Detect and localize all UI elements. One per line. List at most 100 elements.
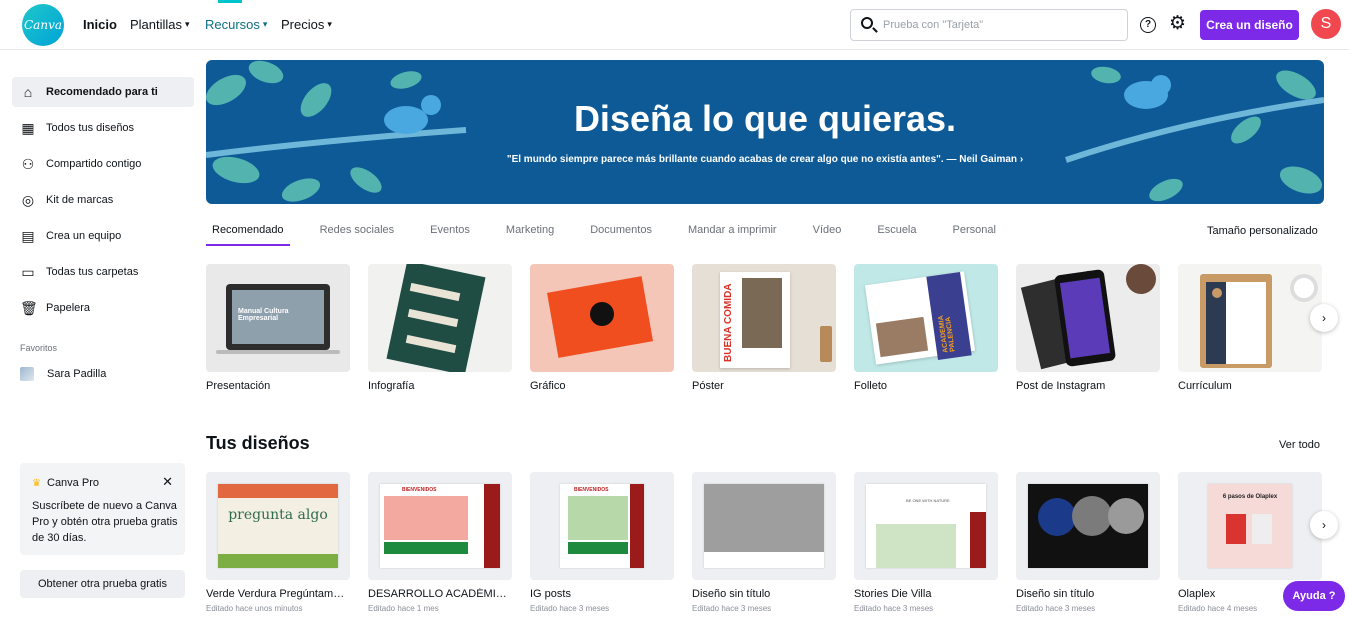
design-thumbnail: pregunta algo: [206, 472, 350, 580]
favorite-item[interactable]: Sara Padilla: [20, 367, 106, 381]
thumb-text: pregunta algo: [228, 507, 328, 523]
thumb-text: Manual Cultura Empresarial: [238, 308, 289, 322]
close-icon[interactable]: ✕: [162, 474, 173, 490]
design-type-card[interactable]: Manual Cultura Empresarial Presentación: [206, 264, 350, 392]
folder-icon: ▭: [21, 264, 35, 280]
nav-label: Inicio: [83, 17, 117, 32]
tab-escuela[interactable]: Escuela: [871, 222, 922, 246]
nav-precios[interactable]: Precios ▾: [281, 17, 332, 32]
create-design-button[interactable]: Crea un diseño: [1200, 10, 1299, 40]
design-name: Stories Die Villa: [854, 588, 932, 600]
nav-label: Plantillas: [130, 17, 183, 32]
search-input[interactable]: [883, 16, 1113, 34]
design-type-label: Currículum: [1178, 380, 1232, 392]
sidebar-item-todos-disenos[interactable]: ▦ Todos tus diseños: [12, 113, 194, 143]
home-icon: ⌂: [23, 84, 33, 100]
design-edited-time: Editado hace 1 mes: [368, 604, 439, 613]
help-icon[interactable]: ?: [1140, 17, 1156, 33]
sidebar-item-compartido[interactable]: ⚇ Compartido contigo: [12, 149, 194, 179]
design-type-card[interactable]: ACADEMIA PALENCIA Folleto: [854, 264, 998, 392]
nav-active-indicator: [218, 0, 242, 3]
sidebar-item-kit-marcas[interactable]: ◎ Kit de marcas: [12, 185, 194, 215]
design-type-card[interactable]: BUENA COMIDA Póster: [692, 264, 836, 392]
brand-kit-icon: ◎: [21, 192, 35, 208]
thumb-text: 6 pasos de Olaplex: [1222, 494, 1278, 500]
gear-icon[interactable]: ⚙: [1169, 13, 1186, 35]
tab-video[interactable]: Vídeo: [807, 222, 848, 246]
design-card[interactable]: pregunta algo Verde Verdura Pregúntame a…: [206, 472, 350, 613]
tab-eventos[interactable]: Eventos: [424, 222, 476, 246]
design-edited-time: Editado hace 3 meses: [530, 604, 610, 613]
design-type-thumbnail: [1178, 264, 1322, 372]
design-thumbnail: 6 pasos de Olaplex: [1178, 472, 1322, 580]
tab-redes-sociales[interactable]: Redes sociales: [314, 222, 401, 246]
design-type-label: Post de Instagram: [1016, 380, 1106, 392]
banner-title: Diseña lo que quieras.: [573, 98, 957, 139]
tab-personal[interactable]: Personal: [947, 222, 1002, 246]
people-icon: ⚇: [21, 156, 35, 172]
sidebar-item-recomendado[interactable]: ⌂ Recomendado para ti: [12, 77, 194, 107]
design-thumbnail: [692, 472, 836, 580]
see-all-link[interactable]: Ver todo: [1279, 439, 1320, 451]
free-trial-button[interactable]: Obtener otra prueba gratis: [20, 570, 185, 598]
design-edited-time: Editado hace unos minutos: [206, 604, 303, 613]
tab-documentos[interactable]: Documentos: [584, 222, 658, 246]
thumb-text: BIENVENIDOS: [574, 487, 609, 493]
design-card[interactable]: BIENVENIDOS IG posts Editado hace 3 mese…: [530, 472, 674, 613]
design-type-thumbnail: [530, 264, 674, 372]
favorite-label: Sara Padilla: [47, 368, 107, 380]
design-name: IG posts: [530, 588, 571, 600]
next-arrow-button[interactable]: ›: [1310, 511, 1338, 539]
design-type-card[interactable]: Post de Instagram: [1016, 264, 1160, 392]
design-thumbnail: BE ONE WITH NATURE: [854, 472, 998, 580]
banner-quote-link[interactable]: "El mundo siempre parece más brillante c…: [206, 154, 1324, 165]
nav-recursos[interactable]: Recursos ▾: [205, 17, 267, 32]
design-type-label: Gráfico: [530, 380, 566, 392]
sidebar-item-label: Papelera: [46, 302, 91, 314]
design-type-card[interactable]: Infografía: [368, 264, 512, 392]
trash-icon: 🗑: [20, 300, 38, 316]
promo-title: Canva Pro: [47, 477, 99, 489]
crown-icon: ♛: [32, 478, 41, 489]
design-edited-time: Editado hace 3 meses: [692, 604, 772, 613]
canva-logo[interactable]: Canva: [22, 4, 64, 46]
sidebar-item-carpetas[interactable]: ▭ Todas tus carpetas: [12, 257, 194, 287]
design-thumbnail: BIENVENIDOS: [368, 472, 512, 580]
pro-promo-card: ♛ Canva Pro ✕ Suscríbete de nuevo a Canv…: [20, 463, 185, 555]
thumb-text: BUENA COMIDA: [723, 283, 734, 362]
design-type-card[interactable]: Gráfico: [530, 264, 674, 392]
help-button[interactable]: Ayuda ?: [1283, 581, 1345, 611]
tab-marketing[interactable]: Marketing: [500, 222, 560, 246]
design-type-label: Folleto: [854, 380, 888, 392]
hero-banner: Diseña lo que quieras. "El mundo siempre…: [206, 60, 1324, 204]
sidebar-item-label: Crea un equipo: [46, 230, 122, 242]
sidebar-item-equipo[interactable]: ▤ Crea un equipo: [12, 221, 194, 251]
chevron-down-icon: ▾: [262, 19, 268, 29]
design-type-label: Póster: [692, 380, 724, 392]
category-tabs: Recomendado Redes sociales Eventos Marke…: [206, 222, 1026, 246]
design-card[interactable]: Diseño sin título Editado hace 3 meses: [692, 472, 836, 613]
design-thumbnail: [1016, 472, 1160, 580]
custom-size-link[interactable]: Tamaño personalizado: [1207, 225, 1318, 237]
folder-thumbnail-icon: [20, 367, 34, 381]
design-type-card[interactable]: Currículum: [1178, 264, 1322, 392]
design-type-thumbnail: Manual Cultura Empresarial: [206, 264, 350, 372]
section-title: Tus diseños: [206, 433, 310, 453]
avatar[interactable]: S: [1311, 9, 1341, 39]
sidebar-item-label: Todos tus diseños: [46, 122, 135, 134]
tab-mandar-imprimir[interactable]: Mandar a imprimir: [682, 222, 783, 246]
chevron-down-icon: ▾: [185, 19, 190, 29]
sidebar-item-label: Kit de marcas: [46, 194, 114, 206]
next-arrow-button[interactable]: ›: [1310, 304, 1338, 332]
tab-recomendado[interactable]: Recomendado: [206, 222, 290, 246]
nav-plantillas[interactable]: Plantillas ▾: [130, 17, 190, 32]
sidebar-item-papelera[interactable]: 🗑 Papelera: [12, 293, 194, 323]
grid-icon: ▦: [21, 120, 35, 136]
design-name: Verde Verdura Pregúntame algo: [206, 588, 350, 600]
design-type-label: Infografía: [368, 380, 415, 392]
design-card[interactable]: BIENVENIDOS DESARROLLO ACADÉMICO Editado…: [368, 472, 512, 613]
nav-inicio[interactable]: Inicio: [83, 17, 117, 32]
design-card[interactable]: BE ONE WITH NATURE Stories Die Villa Edi…: [854, 472, 998, 613]
design-card[interactable]: Diseño sin título Editado hace 3 meses: [1016, 472, 1160, 613]
design-name: Diseño sin título: [1016, 588, 1095, 600]
